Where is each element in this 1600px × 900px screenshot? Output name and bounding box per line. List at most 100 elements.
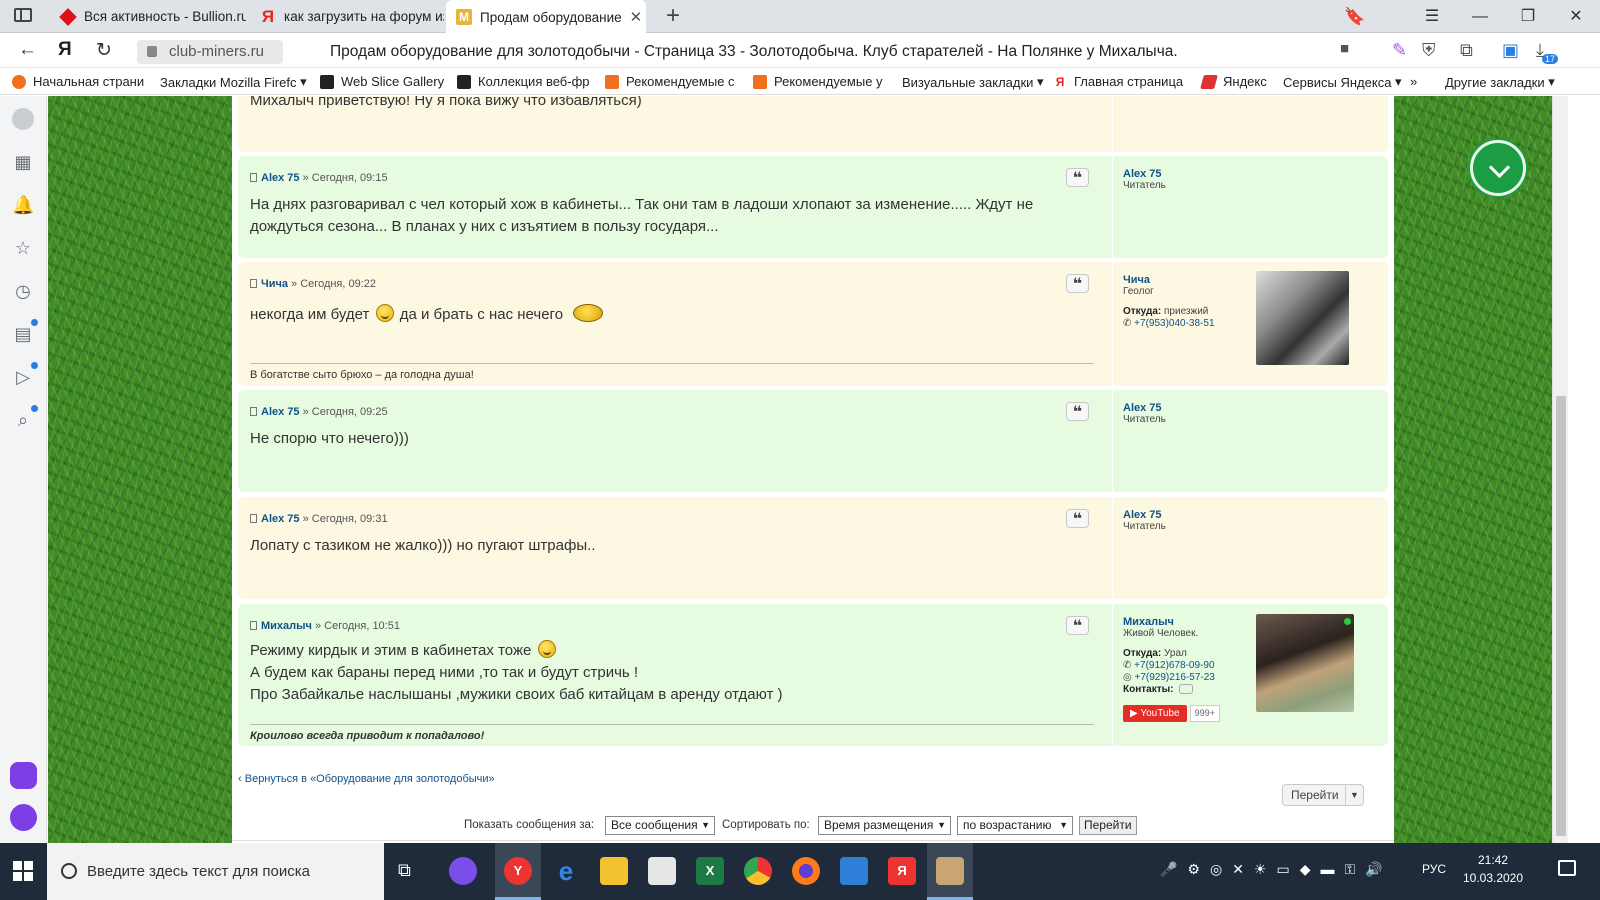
url-domain[interactable]: club-miners.ru	[137, 40, 283, 64]
other-bookmarks[interactable]: Другие закладки ▾	[1445, 74, 1555, 90]
page-scrollbar[interactable]	[1552, 96, 1568, 861]
reload-icon[interactable]: ↻	[96, 39, 112, 62]
bookmark-folder[interactable]: Сервисы Яндекса ▾	[1283, 74, 1402, 90]
post-profile-column	[1112, 497, 1113, 599]
profile-name[interactable]: Чича	[1123, 274, 1150, 286]
history-icon[interactable]: ◷	[12, 280, 34, 302]
menu-icon[interactable]: ☰	[1408, 0, 1456, 33]
close-tab-icon[interactable]: ✕	[630, 8, 643, 26]
profile-name[interactable]: Alex 75	[1123, 402, 1162, 414]
post-author[interactable]: Alex 75	[261, 172, 300, 184]
tab-active-forum[interactable]: M Продам оборудование ✕	[446, 0, 646, 34]
chrome-icon[interactable]	[744, 857, 772, 885]
firefox-icon[interactable]	[792, 857, 820, 885]
post-icon	[250, 407, 257, 416]
bookmark-item[interactable]: Я Главная страница	[1053, 74, 1183, 89]
sort-select[interactable]: Время размещения ▼	[818, 816, 951, 835]
page-title[interactable]: Продам оборудование для золотодобычи - С…	[330, 43, 1178, 61]
jump-to-button[interactable]: Перейти ▼	[1282, 784, 1364, 806]
bookmark-item[interactable]: Рекомендуемые с	[605, 74, 735, 89]
apply-sort-button[interactable]: Перейти	[1079, 816, 1137, 835]
avatar[interactable]	[1256, 271, 1349, 365]
forum-topic: Михалыч приветствую! Ну я пока вижу что …	[232, 96, 1394, 861]
profile-name[interactable]: Alex 75	[1123, 168, 1162, 180]
show-select[interactable]: Все сообщения ▼	[605, 816, 715, 835]
notifications-icon[interactable]	[1558, 860, 1576, 876]
quote-button[interactable]: ❝	[1066, 168, 1089, 187]
speech-bubble-icon[interactable]	[1179, 684, 1194, 694]
scrollbar-thumb[interactable]	[1556, 396, 1566, 836]
profile-icon[interactable]	[12, 108, 34, 130]
store-icon[interactable]	[648, 857, 676, 885]
bookmark-item[interactable]: Web Slice Gallery	[320, 74, 444, 89]
order-select[interactable]: по возрастанию ▼	[957, 816, 1073, 835]
image-extension-icon[interactable]: ▣	[1502, 40, 1519, 61]
sidebar-toggle-icon[interactable]	[14, 8, 32, 22]
file-explorer-icon[interactable]	[600, 857, 628, 885]
taskbar-search-input[interactable]: Введите здесь текст для поиска	[47, 843, 384, 900]
quote-button[interactable]: ❝	[1066, 402, 1089, 421]
search-page-icon[interactable]: ⌕	[12, 405, 38, 431]
back-arrow-icon[interactable]: ←	[18, 39, 37, 61]
task-view-icon[interactable]: ⧉	[398, 860, 411, 881]
bookmark-item[interactable]: Коллекция веб-фр	[457, 74, 590, 89]
paint-icon[interactable]	[936, 857, 964, 885]
restore-icon[interactable]: ❐	[1504, 0, 1552, 33]
post-author[interactable]: Михалыч	[261, 620, 312, 632]
post-author[interactable]: Alex 75	[261, 513, 300, 525]
bookmark-item[interactable]: Начальная страни	[12, 74, 144, 89]
bell-icon[interactable]: 🔔	[12, 194, 34, 216]
quote-button[interactable]: ❝	[1066, 616, 1089, 635]
input-language[interactable]: РУС	[1422, 862, 1446, 876]
yandex-icon[interactable]: Я	[888, 857, 916, 885]
bookmark-star-icon[interactable]: ■	[1340, 40, 1349, 57]
post-header: Alex 75 » Сегодня, 09:31	[250, 513, 388, 525]
scroll-down-button[interactable]	[1470, 140, 1526, 196]
bookmark-item[interactable]: Яндекс	[1200, 74, 1267, 89]
miners-club-icon: M	[456, 9, 472, 25]
apps-grid-icon[interactable]: ▦	[12, 151, 34, 173]
taskbar-clock[interactable]: 21:42 10.03.2020	[1458, 851, 1528, 887]
avatar[interactable]	[1256, 614, 1354, 712]
yandex-logo-icon[interactable]: Я	[58, 39, 72, 61]
minimize-icon[interactable]: —	[1456, 0, 1504, 33]
collections-icon[interactable]: ▤	[12, 319, 38, 345]
bookmark-folder[interactable]: Закладки Mozilla Firefc ▾	[160, 74, 307, 90]
star-icon[interactable]: ☆	[12, 237, 34, 259]
yandex-browser-icon[interactable]: Y	[504, 857, 532, 885]
tab-title: как загрузить на форум из	[284, 9, 444, 24]
edge-icon[interactable]: e	[552, 857, 580, 885]
quote-button[interactable]: ❝	[1066, 509, 1089, 528]
post-icon	[250, 514, 257, 523]
youtube-logo[interactable]: ▶ YouTube	[1123, 705, 1187, 722]
profile-name[interactable]: Михалыч	[1123, 616, 1174, 628]
bookmark-item[interactable]: Рекомендуемые у	[753, 74, 883, 89]
quote-button[interactable]: ❝	[1066, 274, 1089, 293]
grass-background-left	[48, 96, 232, 861]
tab-bullion[interactable]: Вся активность - Bullion.ru	[50, 0, 246, 33]
new-tab-icon[interactable]: +	[666, 4, 680, 28]
pen-extension-icon[interactable]: ✎	[1392, 40, 1407, 61]
post-profile-column	[1112, 390, 1113, 492]
shield-icon[interactable]: ⛨	[1422, 40, 1436, 61]
profile-name[interactable]: Alex 75	[1123, 509, 1162, 521]
bookmark-folder[interactable]: Визуальные закладки ▾	[902, 74, 1044, 90]
post-author[interactable]: Чича	[261, 278, 288, 290]
alice-taskbar-icon[interactable]	[449, 857, 477, 885]
windows-start-icon[interactable]	[13, 861, 33, 881]
alice-assistant-icon[interactable]	[10, 804, 37, 831]
messenger-icon[interactable]	[10, 762, 37, 789]
system-tray-icons[interactable]: 🎤⚙◎✕☀▭◆▬⚿🔊	[1160, 861, 1393, 878]
mail-icon[interactable]	[840, 857, 868, 885]
post-author[interactable]: Alex 75	[261, 406, 300, 418]
bookmarks-overflow[interactable]: »	[1410, 74, 1417, 89]
excel-icon[interactable]: X	[696, 857, 724, 885]
bookmark-collections-icon[interactable]: 🔖	[1344, 7, 1365, 27]
youtube-subscribe[interactable]: ▶ YouTube 999+	[1123, 705, 1220, 722]
video-icon[interactable]: ▷	[12, 362, 38, 388]
tab-yandex-search[interactable]: Я как загрузить на форум из	[250, 0, 444, 33]
back-to-forum-link[interactable]: ‹ Вернуться в «Оборудование для золотодо…	[238, 773, 495, 785]
post-profile-column	[1112, 604, 1113, 746]
close-window-icon[interactable]: ✕	[1552, 0, 1600, 33]
translate-icon[interactable]: ⧉	[1460, 40, 1473, 61]
